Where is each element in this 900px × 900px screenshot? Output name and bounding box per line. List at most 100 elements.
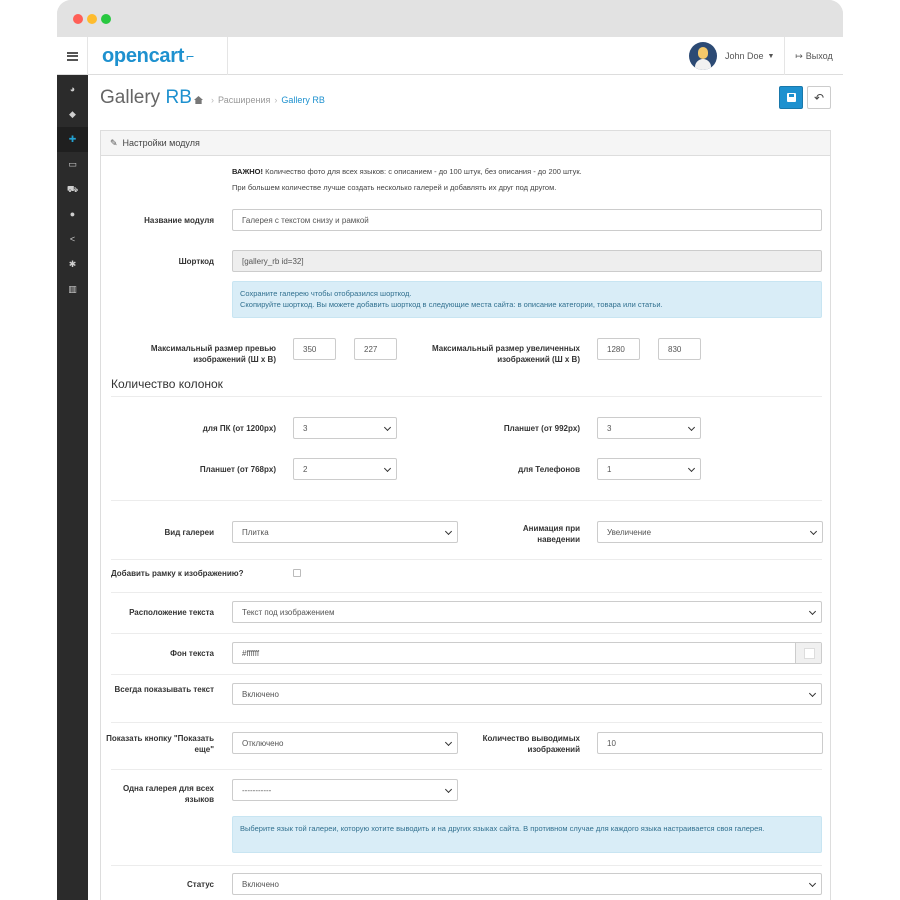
user-icon: ●	[69, 209, 76, 219]
text-background-label: Фон текста	[170, 649, 214, 658]
user-menu[interactable]: John Doe ▼	[689, 37, 779, 75]
logout-label: Выход	[805, 51, 833, 61]
section-divider	[111, 592, 822, 593]
sidebar-item-reports[interactable]: ▥	[57, 277, 88, 302]
menu-toggle-button[interactable]	[57, 37, 88, 75]
shortcode-field[interactable]: [gallery_rb id=32]	[232, 250, 822, 272]
important-note: ВАЖНО! Количество фото для всех языков: …	[232, 167, 582, 176]
sidebar: ◕ ◆ ✚ ▭ ⛟ ● < ✱ ▥	[57, 75, 88, 900]
bar-chart-icon: ▥	[68, 284, 77, 294]
module-name-label: Название модуля	[144, 216, 214, 225]
important-note-2: При большем количестве лучше создать нес…	[232, 183, 557, 192]
show-more-select[interactable]: Отключено	[232, 732, 458, 754]
phone-columns-select[interactable]: 1	[597, 458, 701, 480]
desktop-icon: ▭	[68, 159, 77, 169]
tablet992-columns-select[interactable]: 3	[597, 417, 701, 439]
chevron-down-icon	[687, 464, 696, 473]
shortcode-info-line1: Сохраните галерею чтобы отобразился шорт…	[240, 289, 412, 298]
breadcrumb: › Расширения › Gallery RB	[194, 95, 325, 105]
images-count-input[interactable]: 10	[597, 732, 823, 754]
status-select[interactable]: Включено	[232, 873, 822, 895]
one-gallery-label: Одна галерея для всех языков	[122, 784, 214, 804]
tablet768-columns-label: Планшет (от 768px)	[199, 465, 276, 474]
caret-down-icon: ▼	[767, 52, 775, 60]
sidebar-item-system[interactable]: ✱	[57, 252, 88, 277]
text-position-value: Текст под изображением	[242, 607, 335, 617]
images-count-label: Количество выводимых изображений	[482, 734, 580, 754]
chevron-down-icon	[808, 879, 817, 888]
phone-columns-label: для Телефонов	[518, 465, 580, 474]
text-background-input[interactable]: #ffffff	[232, 642, 822, 664]
chevron-down-icon	[808, 689, 817, 698]
floppy-disk-icon	[787, 93, 796, 102]
gallery-view-select[interactable]: Плитка	[232, 521, 458, 543]
pc-columns-value: 3	[303, 423, 308, 433]
top-header: opencart ⌐ John Doe ▼ ↦ Выход	[57, 37, 843, 75]
close-window-dot[interactable]	[73, 14, 83, 24]
save-button[interactable]	[779, 86, 803, 109]
back-button[interactable]: ↶	[807, 86, 831, 109]
hamburger-icon	[66, 51, 78, 61]
puzzle-icon: ✚	[68, 134, 77, 144]
always-show-text-label: Всегда показывать текст	[114, 685, 214, 694]
logo-text: opencart	[102, 44, 185, 67]
sidebar-item-sales[interactable]: ⛟	[57, 177, 88, 202]
minimize-window-dot[interactable]	[87, 14, 97, 24]
chevron-down-icon	[444, 785, 453, 794]
pc-columns-select[interactable]: 3	[293, 417, 397, 439]
reply-arrow-icon: ↶	[813, 90, 825, 105]
sign-out-icon: ↦	[795, 50, 803, 61]
tablet768-columns-select[interactable]: 2	[293, 458, 397, 480]
sidebar-item-dashboard[interactable]: ◕	[57, 77, 88, 102]
thumb-height-input[interactable]: 227	[354, 338, 397, 360]
dashboard-icon: ◕	[69, 84, 76, 94]
large-width-input[interactable]: 1280	[597, 338, 640, 360]
sidebar-item-catalog[interactable]: ◆	[57, 102, 88, 127]
chevron-down-icon	[444, 738, 453, 747]
logout-button[interactable]: ↦ Выход	[784, 37, 843, 75]
status-value: Включено	[242, 879, 279, 889]
shortcode-info-line2: Скопируйте шорткод. Вы можете добавить ш…	[240, 300, 663, 309]
tablet768-columns-value: 2	[303, 464, 308, 474]
one-gallery-select[interactable]: -----------	[232, 779, 458, 801]
large-height-input[interactable]: 830	[658, 338, 701, 360]
avatar	[689, 42, 717, 70]
sidebar-item-customers[interactable]: ●	[57, 202, 88, 227]
text-position-select[interactable]: Текст под изображением	[232, 601, 822, 623]
frame-label: Добавить рамку к изображению?	[111, 569, 244, 578]
sidebar-item-marketing[interactable]: <	[57, 227, 88, 252]
hover-animation-value: Увеличение	[607, 527, 652, 537]
browser-window: opencart ⌐ John Doe ▼ ↦ Выход ◕ ◆ ✚ ▭ ⛟ …	[57, 0, 843, 900]
hover-animation-select[interactable]: Увеличение	[597, 521, 823, 543]
section-divider	[111, 559, 822, 560]
logo[interactable]: opencart ⌐	[88, 37, 228, 75]
chevron-down-icon	[809, 527, 818, 536]
sidebar-item-design[interactable]: ▭	[57, 152, 88, 177]
cog-icon: ✱	[68, 259, 77, 269]
home-icon[interactable]	[194, 96, 203, 104]
breadcrumb-extensions[interactable]: Расширения	[218, 95, 270, 105]
breadcrumb-separator: ›	[274, 95, 278, 105]
text-background-value: #ffffff	[242, 648, 260, 658]
shortcode-info: Сохраните галерею чтобы отобразился шорт…	[232, 281, 822, 318]
pencil-icon: ✎	[110, 137, 118, 148]
chevron-down-icon	[808, 607, 817, 616]
columns-section-title: Количество колонок	[111, 377, 223, 391]
frame-checkbox[interactable]	[293, 569, 301, 577]
window-titlebar	[57, 0, 843, 37]
breadcrumb-current[interactable]: Gallery RB	[281, 95, 325, 105]
always-show-text-value: Включено	[242, 689, 279, 699]
tablet992-columns-value: 3	[607, 423, 612, 433]
maximize-window-dot[interactable]	[101, 14, 111, 24]
thumb-width-input[interactable]: 350	[293, 338, 336, 360]
sidebar-item-extensions[interactable]: ✚	[57, 127, 88, 152]
thumb-size-label: Максимальный размер превью изображений (…	[150, 344, 276, 364]
cart-logo-icon: ⌐	[186, 48, 195, 64]
gallery-view-value: Плитка	[242, 527, 269, 537]
show-more-value: Отключено	[242, 738, 284, 748]
section-divider	[111, 633, 822, 634]
tags-icon: ◆	[69, 109, 76, 119]
always-show-text-select[interactable]: Включено	[232, 683, 822, 705]
module-name-input[interactable]: Галерея с текстом снизу и рамкой	[232, 209, 822, 231]
color-swatch[interactable]	[795, 643, 821, 663]
